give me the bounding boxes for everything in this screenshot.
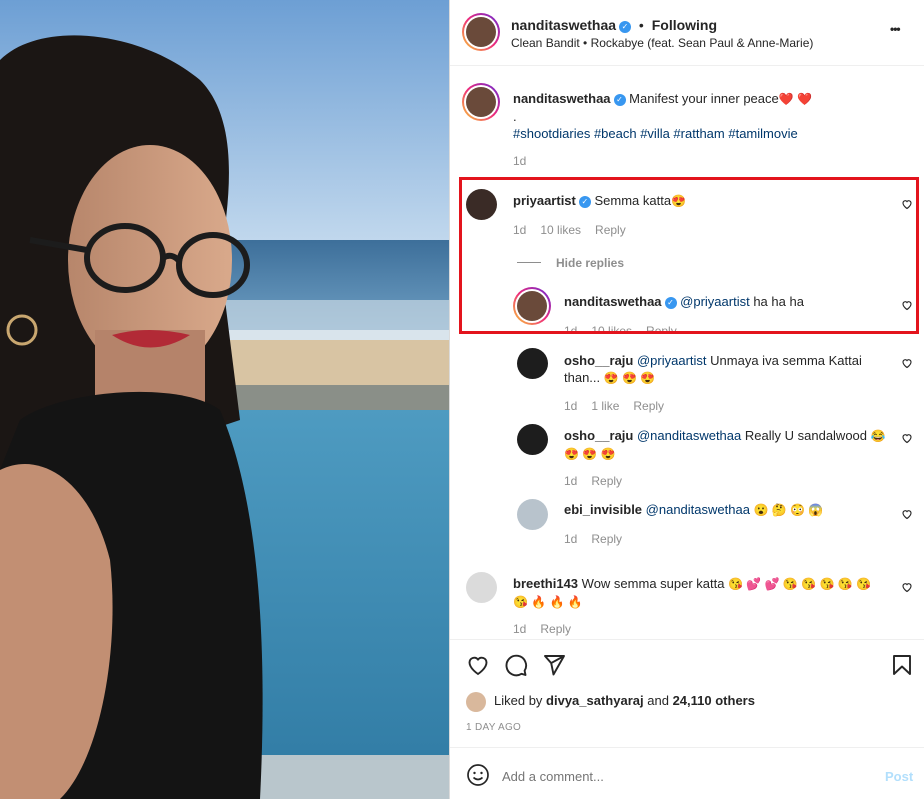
reply-time: 1d [564,399,578,413]
paper-plane-icon[interactable] [542,653,566,677]
liked-by-middle: and [647,693,669,708]
comment-reply-button[interactable]: Reply [540,622,571,636]
reply-meta: 1d 1 like Reply [564,399,678,413]
reply-avatar[interactable] [517,348,548,379]
reply-avatar[interactable] [517,499,548,530]
reply-mention[interactable]: @priyaartist [637,353,707,368]
liker-username[interactable]: divya_sathyaraj [546,693,644,708]
reply-body-continued: than... [564,370,601,385]
like-reply-heart-icon[interactable] [901,357,913,369]
caption-hashtags[interactable]: #shootdiaries #beach #villa #rattham #ta… [513,126,798,141]
bookmark-icon[interactable] [890,653,914,677]
comment-meta: 1d Reply [513,622,585,636]
reply-meta: 1d Reply [564,532,636,546]
reply-avatar[interactable] [517,424,548,455]
reply-likes[interactable]: 1 like [591,399,619,413]
caption-avatar[interactable] [462,83,500,121]
reply-time: 1d [564,532,578,546]
liked-by-prefix: Liked by [494,693,543,708]
more-options-icon[interactable]: ••• [890,22,901,36]
likes-count[interactable]: 24,110 others [673,693,755,708]
audio-track[interactable]: Clean Bandit • Rockabye (feat. Sean Paul… [511,36,813,50]
reply-button[interactable]: Reply [591,532,622,546]
reply-body: Really U sandalwood [744,428,868,443]
caption-emoji: ❤️ ❤️ [778,92,812,106]
like-comment-heart-icon[interactable] [901,581,913,593]
liker-avatar[interactable] [466,692,486,712]
reply-text: osho__raju @nanditaswethaa Really U sand… [564,427,899,463]
comment-body: Wow semma super katta [581,576,725,591]
post-side-panel: nanditaswethaa ✓ • Following Clean Bandit… [449,0,924,799]
caption-username[interactable]: nanditaswethaa [513,91,611,106]
reply-emoji: 😂 [870,429,886,443]
caption-body: Manifest your inner peace [629,91,779,106]
reply-mention[interactable]: @nanditaswethaa [637,428,741,443]
following-button[interactable]: Following [652,17,717,33]
comment-time: 1d [513,622,527,636]
verified-badge-icon: ✓ [619,21,632,33]
like-reply-heart-icon[interactable] [901,432,913,444]
header-user-line: nanditaswethaa ✓ • Following [511,17,717,33]
likes-line: Liked by divya_sathyaraj and 24,110 othe… [494,693,755,708]
header-username[interactable]: nanditaswethaa [511,17,616,33]
reply-meta: 1d Reply [564,474,636,488]
reply-mention[interactable]: @nanditaswethaa [646,502,750,517]
reply-button[interactable]: Reply [591,474,622,488]
header-avatar[interactable] [462,13,500,51]
actions-divider [450,639,924,640]
add-comment-input[interactable] [502,765,862,787]
comment-username[interactable]: breethi143 [513,576,578,591]
caption-text: nanditaswethaa ✓ Manifest your inner peac… [513,90,913,142]
reply-username[interactable]: ebi_invisible [564,502,642,517]
like-reply-heart-icon[interactable] [901,508,913,520]
comment-avatar[interactable] [466,572,497,603]
caption-time: 1d [513,154,527,168]
smiley-icon[interactable] [466,763,490,787]
reply-time: 1d [564,474,578,488]
reply-button[interactable]: Reply [633,399,664,413]
highlight-box [459,177,919,334]
caption-dot: . [513,109,517,124]
reply-emoji: 😍 😍 😍 [603,371,656,385]
comment-bubble-icon[interactable] [504,653,528,677]
reply-text: osho__raju @priyaartist Unmaya iva semma… [564,352,894,387]
heart-outline-icon[interactable] [466,653,490,677]
comment-emoji: 😘 💕 💕 😘 😘 😘 😘 😘 [728,577,871,591]
verified-badge-icon: ✓ [613,94,626,106]
reply-username[interactable]: osho__raju [564,353,633,368]
post-comment-button[interactable]: Post [885,769,913,784]
reply-body: Unmaya iva semma Kattai [710,353,862,368]
reply-emoji-line2: 😍 😍 😍 [564,447,616,461]
post-date: 1 DAY AGO [466,722,522,733]
comment-text: breethi143 Wow semma super katta 😘 💕 💕 😘… [513,575,893,611]
separator-dot: • [638,17,644,33]
header-divider [450,65,924,66]
composer-divider [450,747,924,748]
reply-text: ebi_invisible @nanditaswethaa 😮 🤔 😳 😱 [564,502,823,517]
reply-emoji: 😮 🤔 😳 😱 [753,503,824,517]
post-photo[interactable] [0,0,449,799]
reply-username[interactable]: osho__raju [564,428,633,443]
comment-emoji-line2: 😘 🔥 🔥 🔥 [513,595,583,609]
